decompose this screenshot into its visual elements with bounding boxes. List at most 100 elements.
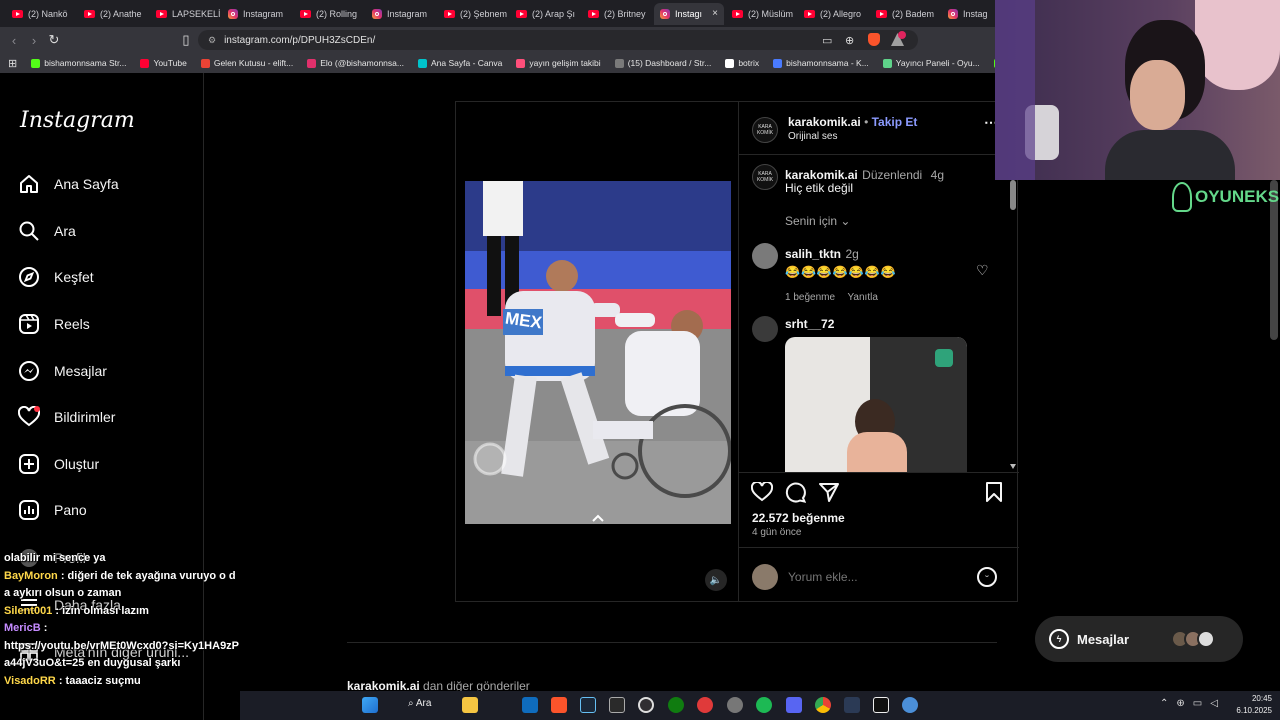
tray-icons[interactable]: ⌃⊕▭◁ bbox=[1160, 698, 1226, 709]
app-gray-icon[interactable] bbox=[727, 697, 743, 713]
save-icon[interactable] bbox=[986, 482, 1002, 502]
cast-icon[interactable]: ▭ bbox=[822, 34, 832, 47]
outlook-icon[interactable] bbox=[522, 697, 538, 713]
bookmark-item[interactable]: Elo (@bishamonnsa... bbox=[307, 58, 404, 68]
commenter-avatar[interactable] bbox=[752, 243, 778, 269]
instagram-icon bbox=[372, 8, 382, 19]
comments-scrollbar[interactable] bbox=[1009, 162, 1017, 472]
discord-icon[interactable] bbox=[786, 697, 802, 713]
nav-item-heart[interactable]: Bildirimler bbox=[18, 404, 115, 430]
browser-tab[interactable]: (2) Müslüm bbox=[726, 3, 796, 25]
tab-label: (2) Britney bbox=[604, 8, 646, 19]
browser-tab[interactable]: (2) Anathe bbox=[78, 3, 148, 25]
browser-tab[interactable]: (2) Allegro bbox=[798, 3, 868, 25]
reload-icon[interactable]: ↻ bbox=[44, 32, 64, 48]
bookmark-item[interactable]: yayın gelişim takibi bbox=[516, 58, 601, 68]
capcut-icon[interactable] bbox=[873, 697, 889, 713]
commenter-self-avatar[interactable] bbox=[752, 564, 778, 590]
davinci-icon[interactable] bbox=[844, 697, 860, 713]
nav-item-plus-square[interactable]: Oluştur bbox=[18, 451, 99, 477]
spotify-icon[interactable] bbox=[756, 697, 772, 713]
likes-count[interactable]: 22.572 beğenme bbox=[752, 511, 845, 525]
browser-tab[interactable]: LAPSEKELİ bbox=[150, 3, 220, 25]
bookmark-favicon-icon bbox=[882, 58, 892, 68]
tab-label: Instagı bbox=[675, 8, 703, 19]
taskbar-search[interactable]: ⌕ Ara bbox=[408, 698, 431, 709]
back-icon[interactable]: ‹ bbox=[4, 33, 24, 48]
steam-icon[interactable] bbox=[580, 697, 596, 713]
bookmark-item[interactable]: (15) Dashboard / Str... bbox=[614, 58, 711, 68]
bookmark-item[interactable]: bishamonnsama Str... bbox=[31, 58, 126, 68]
forward-icon[interactable]: › bbox=[24, 33, 44, 48]
browser-tab[interactable]: Instagram bbox=[366, 3, 436, 25]
clock-date[interactable]: 6.10.2025 bbox=[1230, 705, 1272, 717]
author-username[interactable]: karakomik.ai bbox=[788, 115, 861, 129]
comment-username[interactable]: salih_tktn bbox=[785, 247, 841, 261]
comment-icon[interactable] bbox=[785, 482, 806, 503]
browser-tab[interactable]: (2) Şebnem bbox=[438, 3, 508, 25]
sort-filter[interactable]: Senin için ⌄ bbox=[785, 214, 850, 228]
browser-tab[interactable]: Instagram bbox=[222, 3, 292, 25]
brave-shield-icon[interactable] bbox=[868, 33, 880, 46]
caption-avatar[interactable]: KARA KOMİK bbox=[752, 164, 778, 190]
follow-button[interactable]: Takip Et bbox=[872, 115, 918, 129]
like-icon[interactable] bbox=[751, 482, 773, 502]
post-video[interactable]: MEX bbox=[465, 181, 731, 524]
commenter-avatar[interactable] bbox=[752, 316, 778, 342]
browser-tab[interactable]: (2) Badem bbox=[870, 3, 940, 25]
bookmark-item[interactable]: bishamonnsama - K... bbox=[773, 58, 869, 68]
epic-games-icon[interactable] bbox=[609, 697, 625, 713]
mute-button[interactable]: 🔈 bbox=[705, 569, 727, 591]
bookmark-favicon-icon bbox=[417, 58, 427, 68]
windows-start-icon[interactable] bbox=[362, 697, 378, 713]
browser-tab[interactable]: (2) Arap Şı bbox=[510, 3, 580, 25]
bookmark-item[interactable]: botrix bbox=[725, 58, 759, 68]
xbox-icon[interactable] bbox=[668, 697, 684, 713]
messages-button[interactable]: ϟ Mesajlar bbox=[1035, 616, 1243, 662]
bookmark-label: bishamonnsama - K... bbox=[786, 58, 869, 68]
nav-item-messenger[interactable]: Mesajlar bbox=[18, 358, 107, 384]
browser-tab[interactable]: (2) Nankö bbox=[6, 3, 76, 25]
comment-username[interactable]: srht__72 bbox=[785, 317, 834, 331]
app-red-icon[interactable] bbox=[697, 697, 713, 713]
bookmark-item[interactable]: Ana Sayfa - Canva bbox=[417, 58, 502, 68]
browser-tab[interactable]: (2) Rolling bbox=[294, 3, 364, 25]
emoji-icon[interactable]: ᵕ bbox=[977, 567, 997, 587]
share-icon[interactable] bbox=[819, 483, 839, 502]
bookmark-item[interactable]: Gelen Kutusu - elift... bbox=[200, 58, 293, 68]
file-explorer-icon[interactable] bbox=[462, 697, 478, 713]
browser-tab[interactable]: Instagı × bbox=[654, 2, 724, 25]
bookmark-item[interactable]: YouTube bbox=[140, 58, 187, 68]
nav-item-search[interactable]: Ara bbox=[18, 218, 76, 244]
close-tab-icon[interactable]: × bbox=[712, 8, 718, 19]
apps-icon[interactable]: ⊞ bbox=[8, 57, 17, 70]
reply-button[interactable]: Yanıtla bbox=[848, 292, 878, 303]
chrome-icon[interactable] bbox=[815, 697, 831, 713]
audio-label[interactable]: Orijinal ses bbox=[788, 131, 837, 142]
zoom-icon[interactable]: ⊕ bbox=[845, 34, 854, 47]
author-avatar[interactable]: KARA KOMİK bbox=[752, 117, 778, 143]
obs-icon[interactable] bbox=[638, 697, 654, 713]
site-info-icon[interactable]: ⚙ bbox=[208, 35, 216, 46]
comment-input[interactable] bbox=[788, 567, 968, 587]
nav-item-home[interactable]: Ana Sayfa bbox=[18, 171, 119, 197]
caption-username[interactable]: karakomik.ai bbox=[785, 168, 858, 182]
browser-tab[interactable]: (2) Britney bbox=[582, 3, 652, 25]
comment-likes[interactable]: 1 beğenme bbox=[785, 292, 835, 303]
brave-icon[interactable] bbox=[551, 697, 567, 713]
clock-time[interactable]: 20:45 bbox=[1230, 693, 1272, 705]
nav-item-compass[interactable]: Keşfet bbox=[18, 264, 94, 290]
bookmark-icon[interactable]: ▯ bbox=[176, 32, 196, 48]
comment-text: 😂😂😂😂😂😂😂 bbox=[785, 265, 897, 279]
comment-like-icon[interactable]: ♡ bbox=[976, 262, 989, 279]
comment-image[interactable] bbox=[785, 337, 967, 472]
settings-app-icon[interactable] bbox=[902, 697, 918, 713]
bookmark-label: botrix bbox=[738, 58, 760, 68]
nav-item-dashboard[interactable]: Pano bbox=[18, 497, 87, 523]
plus-square-icon bbox=[18, 453, 40, 475]
instagram-logo[interactable]: Instagram bbox=[20, 108, 135, 133]
post-date[interactable]: 4 gün önce bbox=[752, 527, 802, 538]
nav-item-reels[interactable]: Reels bbox=[18, 311, 90, 337]
url-field[interactable]: ⚙ instagram.com/p/DPUH3ZsCDEn/ bbox=[198, 30, 918, 50]
bookmark-item[interactable]: Yayıncı Paneli - Oyu... bbox=[882, 58, 980, 68]
